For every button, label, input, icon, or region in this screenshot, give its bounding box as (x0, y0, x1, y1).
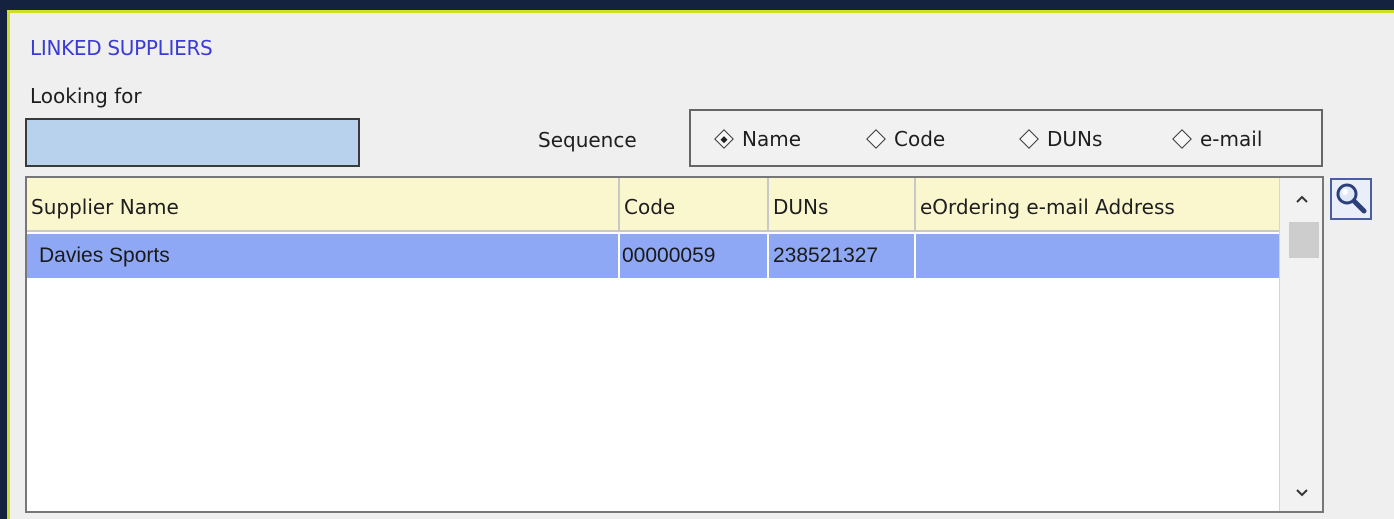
radio-unselected-icon (866, 129, 886, 149)
sequence-option-label: Name (742, 127, 802, 151)
radio-unselected-icon (1172, 129, 1192, 149)
panel-title: LINKED SUPPLIERS (30, 36, 213, 60)
looking-for-input[interactable] (25, 118, 360, 167)
column-header-duns[interactable]: DUNs (769, 178, 916, 230)
magnifier-icon (1336, 183, 1367, 214)
sequence-option-code[interactable]: Code (865, 127, 945, 151)
radio-unselected-icon (1019, 129, 1039, 149)
cell-code: 00000059 (620, 234, 769, 278)
looking-for-label: Looking for (30, 84, 142, 108)
cell-supplier-name: Davies Sports (27, 234, 620, 278)
sequence-option-label: DUNs (1047, 127, 1103, 151)
table-header: Supplier Name Code DUNs eOrdering e-mail… (27, 178, 1279, 232)
sequence-radio-group: Name Code DUNs e-mail (689, 109, 1323, 167)
table-row[interactable]: Davies Sports 00000059 238521327 (27, 234, 1279, 278)
chevron-down-icon[interactable] (1280, 482, 1322, 503)
sequence-option-label: e-mail (1200, 127, 1263, 151)
column-header-email[interactable]: eOrdering e-mail Address (916, 178, 1279, 230)
scrollbar-thumb[interactable] (1289, 222, 1319, 258)
cell-duns: 238521327 (769, 234, 916, 278)
sequence-option-email[interactable]: e-mail (1171, 127, 1262, 151)
vertical-scrollbar[interactable] (1279, 178, 1322, 511)
sequence-label: Sequence (538, 128, 637, 152)
radio-selected-icon (714, 129, 734, 149)
sequence-option-name[interactable]: Name (713, 127, 801, 151)
column-header-code[interactable]: Code (620, 178, 769, 230)
cell-email (916, 234, 1279, 278)
chevron-up-icon[interactable] (1280, 188, 1322, 209)
sequence-option-label: Code (894, 127, 946, 151)
suppliers-table: Supplier Name Code DUNs eOrdering e-mail… (25, 176, 1324, 513)
column-header-supplier-name[interactable]: Supplier Name (27, 178, 620, 230)
sequence-option-duns[interactable]: DUNs (1018, 127, 1102, 151)
search-button[interactable] (1330, 178, 1372, 220)
